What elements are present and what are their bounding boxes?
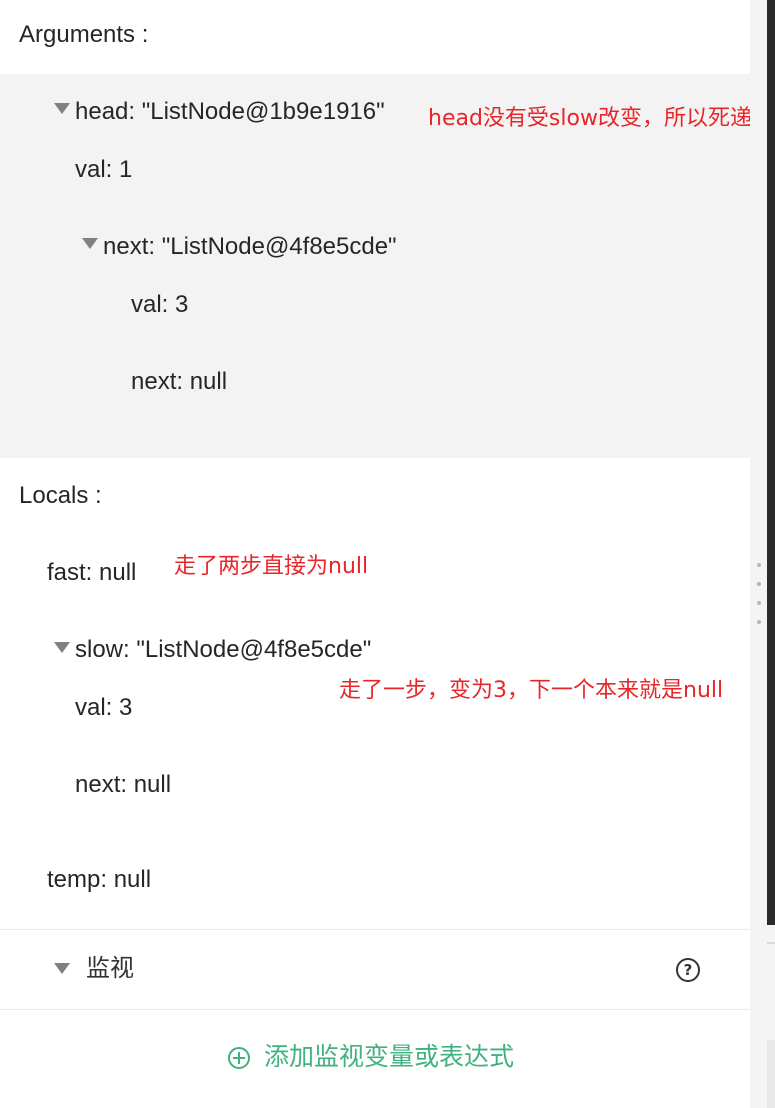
expand-triangle-icon[interactable] [54, 103, 70, 114]
locals-title: Locals : [19, 482, 102, 509]
resize-handle-dot[interactable] [757, 563, 761, 567]
head-next-node[interactable]: next: "ListNode@4f8e5cde" [103, 232, 397, 262]
resize-handle-dot[interactable] [757, 601, 761, 605]
slow-next: next: null [75, 771, 172, 798]
scrollbar-edge [767, 942, 775, 944]
scrollbar-thumb[interactable] [767, 0, 775, 925]
plus-circle-icon[interactable] [228, 1047, 250, 1069]
help-circle-icon[interactable]: ? [676, 958, 700, 982]
slow-val: val: 3 [75, 694, 133, 721]
arguments-title: Arguments : [19, 21, 149, 48]
head-node[interactable]: head: "ListNode@1b9e1916" [75, 97, 385, 127]
head-next-val: val: 3 [131, 291, 189, 318]
resize-handle-dot[interactable] [757, 620, 761, 624]
divider [0, 929, 750, 930]
resize-handle-dot[interactable] [757, 582, 761, 586]
divider [0, 1009, 750, 1010]
scrollbar-edge [767, 1040, 775, 1108]
slow-node[interactable]: slow: "ListNode@4f8e5cde" [75, 635, 371, 665]
expand-triangle-icon[interactable] [82, 238, 98, 249]
temp-variable: temp: null [47, 866, 152, 893]
collapse-triangle-icon[interactable] [54, 963, 70, 974]
head-next-next: next: null [131, 368, 228, 395]
watch-section-title[interactable]: 监视 [86, 953, 134, 983]
slow-annotation: 走了一步，变为3，下一个本来就是null [339, 678, 724, 703]
expand-triangle-icon[interactable] [54, 642, 70, 653]
fast-annotation: 走了两步直接为null [174, 554, 369, 579]
fast-variable: fast: null [47, 559, 137, 586]
head-val: val: 1 [75, 156, 133, 183]
head-annotation: head没有受slow改变，所以死递归 [428, 106, 774, 131]
add-watch-button[interactable]: 添加监视变量或表达式 [264, 1042, 514, 1072]
